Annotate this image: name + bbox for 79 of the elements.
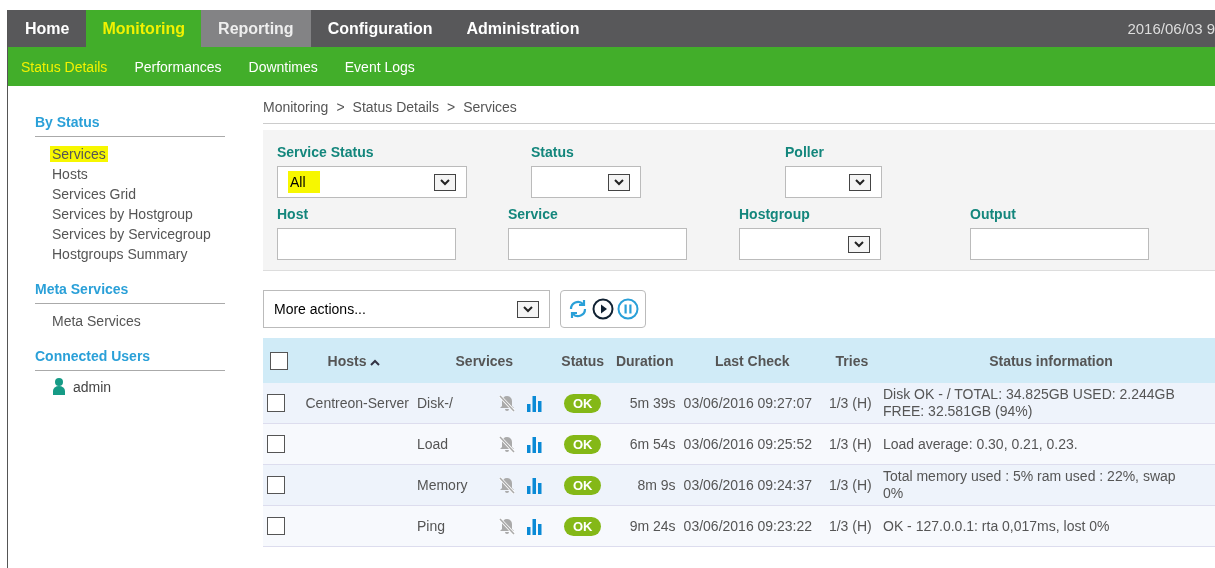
row-checkbox[interactable] <box>267 476 285 495</box>
filter-label: Hostgroup <box>739 206 811 222</box>
sidebar-link[interactable]: Services by Servicegroup <box>50 226 213 242</box>
tries-cell: 1/3 (H) <box>824 464 879 506</box>
sidebar-link[interactable]: Meta Services <box>50 313 143 329</box>
bar-chart-icon[interactable] <box>526 517 543 535</box>
row-checkbox[interactable] <box>267 394 285 413</box>
last-check-cell: 03/06/2016 09:24:37 <box>679 464 825 506</box>
sidebar-link[interactable]: Hostgroups Summary <box>50 246 190 262</box>
sidebar-link[interactable]: Hosts <box>50 166 90 182</box>
last-check-cell: 03/06/2016 09:27:07 <box>679 383 825 424</box>
status-info: Load average: 0.30, 0.21, 0.23. <box>883 435 1079 453</box>
date-time: 2016/06/03 9 <box>1127 19 1215 39</box>
filter-label: Poller <box>785 144 825 160</box>
status-info: OK - 127.0.0.1: rta 0,017ms, lost 0% <box>883 517 1111 535</box>
filter-dropdown[interactable] <box>785 166 882 198</box>
sidebar-link[interactable]: Services <box>50 146 108 162</box>
status-info: Total memory used : 5% ram used : 22%, swap 0% <box>883 468 1177 502</box>
bar-chart-icon[interactable] <box>526 476 543 494</box>
status-badge: OK <box>564 394 602 413</box>
sidebar-link[interactable]: Services by Hostgroup <box>50 206 195 222</box>
section-title: Meta Services <box>35 281 225 304</box>
tries-cell: 1/3 (H) <box>824 505 879 547</box>
service-name[interactable]: Ping <box>417 518 488 534</box>
section-title: By Status <box>35 114 225 137</box>
row-checkbox[interactable] <box>267 435 285 454</box>
breadcrumb-link[interactable]: Status Details <box>352 99 439 115</box>
status-badge: OK <box>564 476 602 495</box>
last-check-cell: 03/06/2016 09:23:22 <box>679 505 825 547</box>
duration-cell: 6m 54s <box>609 423 680 465</box>
filter-label: Output <box>970 206 1017 222</box>
tries-cell: 1/3 (H) <box>824 383 879 424</box>
user-name: admin <box>73 378 112 395</box>
tries-cell: 1/3 (H) <box>824 423 879 465</box>
filter-label: Host <box>277 206 310 222</box>
muted-bell-icon <box>498 475 516 495</box>
breadcrumb-separator: > <box>446 99 456 115</box>
column-header[interactable]: Services <box>455 352 514 369</box>
row-checkbox[interactable] <box>267 517 285 536</box>
muted-bell-icon <box>498 516 516 536</box>
user-icon <box>53 378 65 395</box>
duration-cell: 9m 24s <box>609 505 680 547</box>
status-badge: OK <box>564 435 602 454</box>
muted-bell-icon <box>498 393 516 413</box>
filter-dropdown[interactable] <box>531 166 641 198</box>
filter-input[interactable] <box>277 228 456 260</box>
filter-input[interactable] <box>970 228 1149 260</box>
menu-tab[interactable]: Home <box>8 10 87 47</box>
filter-label: Status <box>531 144 575 160</box>
play-icon[interactable] <box>592 298 614 320</box>
duration-cell: 8m 9s <box>609 464 680 506</box>
bar-chart-icon[interactable] <box>526 394 543 412</box>
status-badge: OK <box>564 517 602 536</box>
menu-tab[interactable]: Configuration <box>310 10 450 47</box>
column-header[interactable]: Status information <box>989 352 1113 369</box>
section-title: Connected Users <box>35 348 225 371</box>
bar-chart-icon[interactable] <box>526 435 543 453</box>
last-check-cell: 03/06/2016 09:25:52 <box>679 423 825 465</box>
breadcrumb-separator: > <box>336 99 345 115</box>
select-all-checkbox[interactable] <box>270 351 288 370</box>
menu-tab[interactable]: Administration <box>449 10 597 47</box>
filter-dropdown[interactable] <box>739 228 881 260</box>
status-info: Disk OK - / TOTAL: 34.825GB USED: 2.244GB FREE: 32.581GB (94%) <box>883 386 1176 420</box>
service-name[interactable]: Memory <box>417 477 488 493</box>
breadcrumb-link[interactable]: Services <box>463 99 517 115</box>
filter-dropdown[interactable]: All <box>277 166 467 198</box>
breadcrumb-link[interactable]: Monitoring <box>263 99 329 115</box>
service-name[interactable]: Load <box>417 436 488 452</box>
duration-cell: 5m 39s <box>609 383 680 424</box>
filter-label: Service <box>508 206 559 222</box>
more-actions-dropdown[interactable]: More actions... <box>263 290 550 328</box>
service-name[interactable]: Disk-/ <box>417 395 488 411</box>
sidebar-link[interactable]: Services Grid <box>50 186 139 202</box>
filter-input[interactable] <box>508 228 687 260</box>
sort-ascending-icon[interactable] <box>370 358 381 366</box>
column-header[interactable]: Last Check <box>714 352 790 369</box>
filter-label: Service Status <box>277 144 375 160</box>
muted-bell-icon <box>498 434 516 454</box>
column-header[interactable]: Hosts <box>327 352 367 369</box>
